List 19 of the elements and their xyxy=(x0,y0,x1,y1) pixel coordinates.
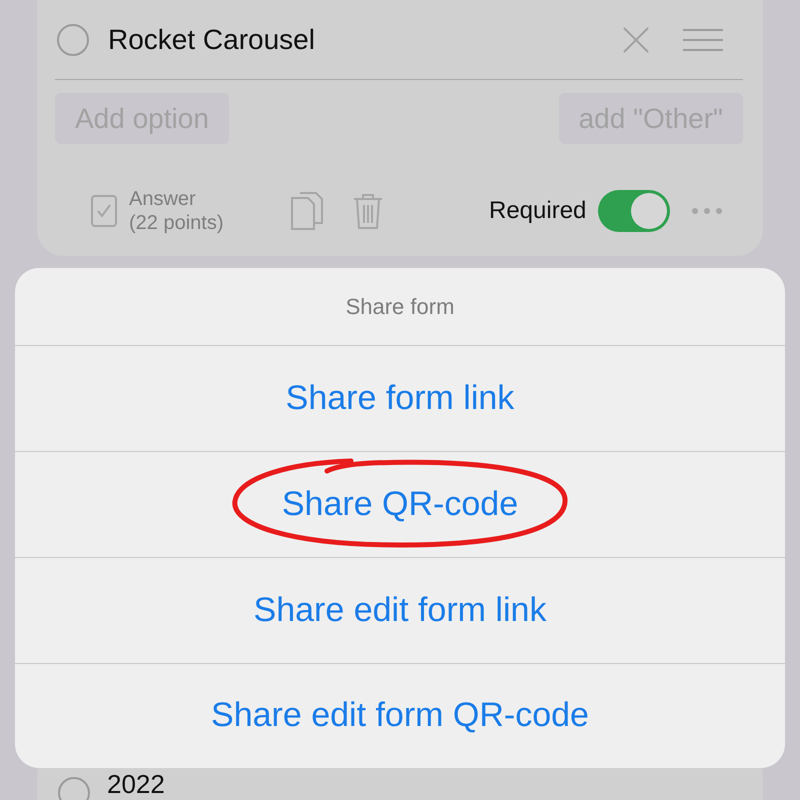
sheet-title: Share form xyxy=(346,294,454,320)
checkbox[interactable] xyxy=(91,195,117,227)
points-label: (22 points) xyxy=(129,211,224,235)
close-icon[interactable] xyxy=(623,26,649,52)
more-icon[interactable] xyxy=(692,208,722,214)
required-label: Required xyxy=(489,197,586,225)
answer-label: Answer xyxy=(129,187,197,211)
copy-icon[interactable] xyxy=(291,192,323,230)
required-toggle[interactable] xyxy=(598,190,670,232)
share-option[interactable]: Share edit form QR-code xyxy=(211,696,589,735)
radio-button[interactable] xyxy=(56,22,90,56)
option-label: Rocket Carousel xyxy=(108,24,316,56)
option-label: 2022 xyxy=(107,770,165,798)
trash-icon[interactable] xyxy=(353,193,383,229)
radio-button[interactable] xyxy=(57,776,91,800)
share-option[interactable]: Share edit form link xyxy=(254,591,546,630)
drag-handle-icon[interactable] xyxy=(683,28,723,50)
share-option[interactable]: Share QR-code xyxy=(282,485,518,524)
share-option[interactable]: Share form link xyxy=(286,379,514,418)
